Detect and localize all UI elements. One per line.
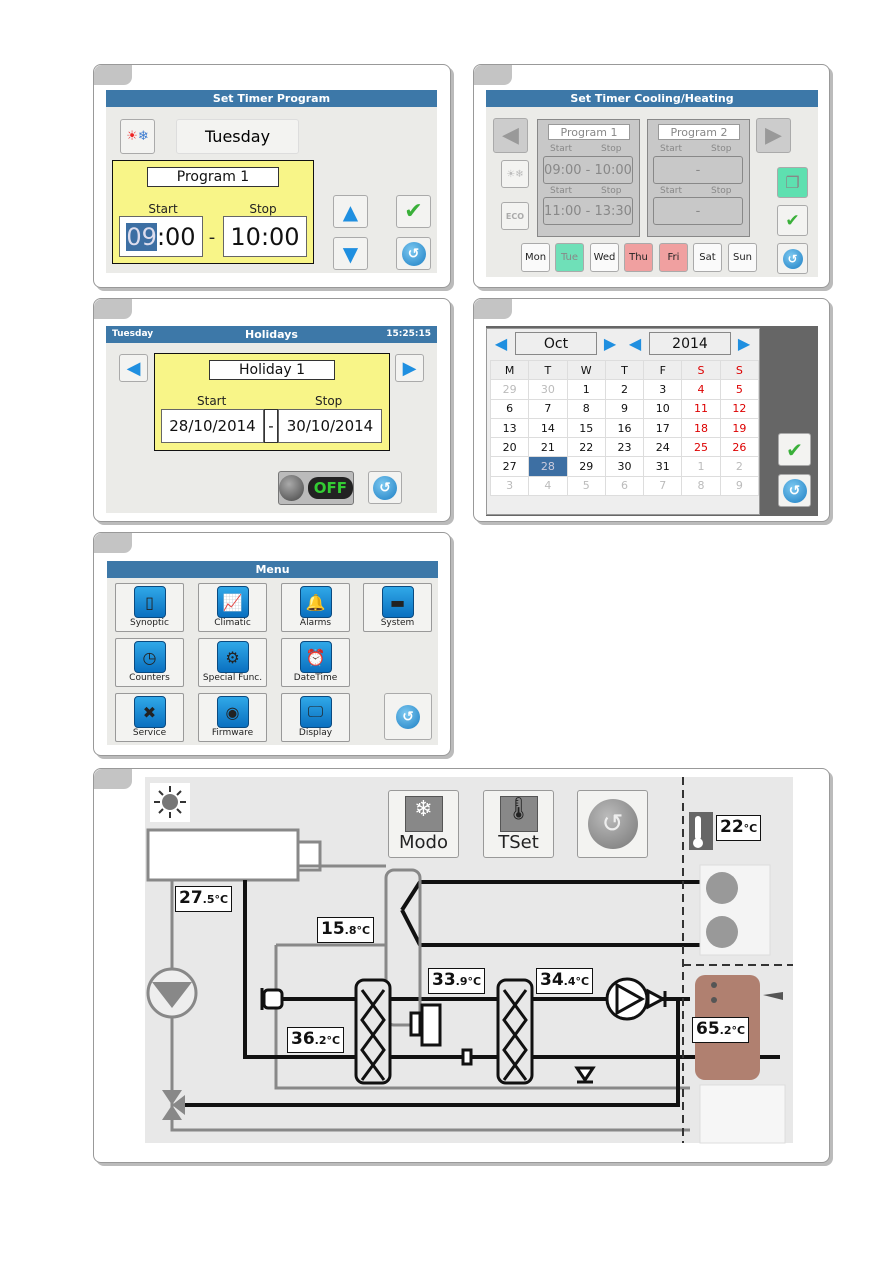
- exchanger-temperature: 15.8°C: [317, 917, 375, 943]
- thermometer-icon: 🌡: [499, 795, 538, 832]
- three-way-valve-icon: [162, 1090, 185, 1120]
- solar-tank: [146, 828, 322, 882]
- compressor-temperature: 33.9°C: [428, 968, 486, 994]
- tset-button[interactable]: 🌡 TSet: [483, 790, 554, 858]
- synoptic-diagram: [146, 777, 793, 1144]
- thermometer-icon: [689, 812, 713, 850]
- return-temperature: 36.2°C: [287, 1027, 345, 1053]
- back-icon: ↺: [587, 799, 638, 849]
- outdoor-unit-icon: [699, 864, 771, 956]
- mode-label: Modo: [399, 831, 448, 853]
- solar-pump-icon: [146, 967, 198, 1019]
- tset-label: TSet: [498, 831, 539, 853]
- compressor-icon: [409, 1003, 442, 1047]
- mode-button[interactable]: ❄ Modo: [388, 790, 459, 858]
- circulator-pump-icon: [605, 977, 667, 1021]
- back-button[interactable]: ↺: [577, 790, 648, 858]
- snowflake-icon: ❄: [404, 795, 443, 832]
- heat-exchangers: [354, 978, 534, 1085]
- sun-icon: [150, 783, 190, 822]
- shower-icon: [763, 992, 783, 1000]
- room-temperature: 22°C: [716, 815, 762, 841]
- expansion-tank-icon: [260, 988, 284, 1010]
- fan-coil-icon: [699, 1084, 786, 1144]
- solar-temperature: 27.5°C: [175, 886, 233, 912]
- outlet-temperature: 34.4°C: [536, 968, 594, 994]
- tank-temperature: 65.2°C: [692, 1017, 750, 1043]
